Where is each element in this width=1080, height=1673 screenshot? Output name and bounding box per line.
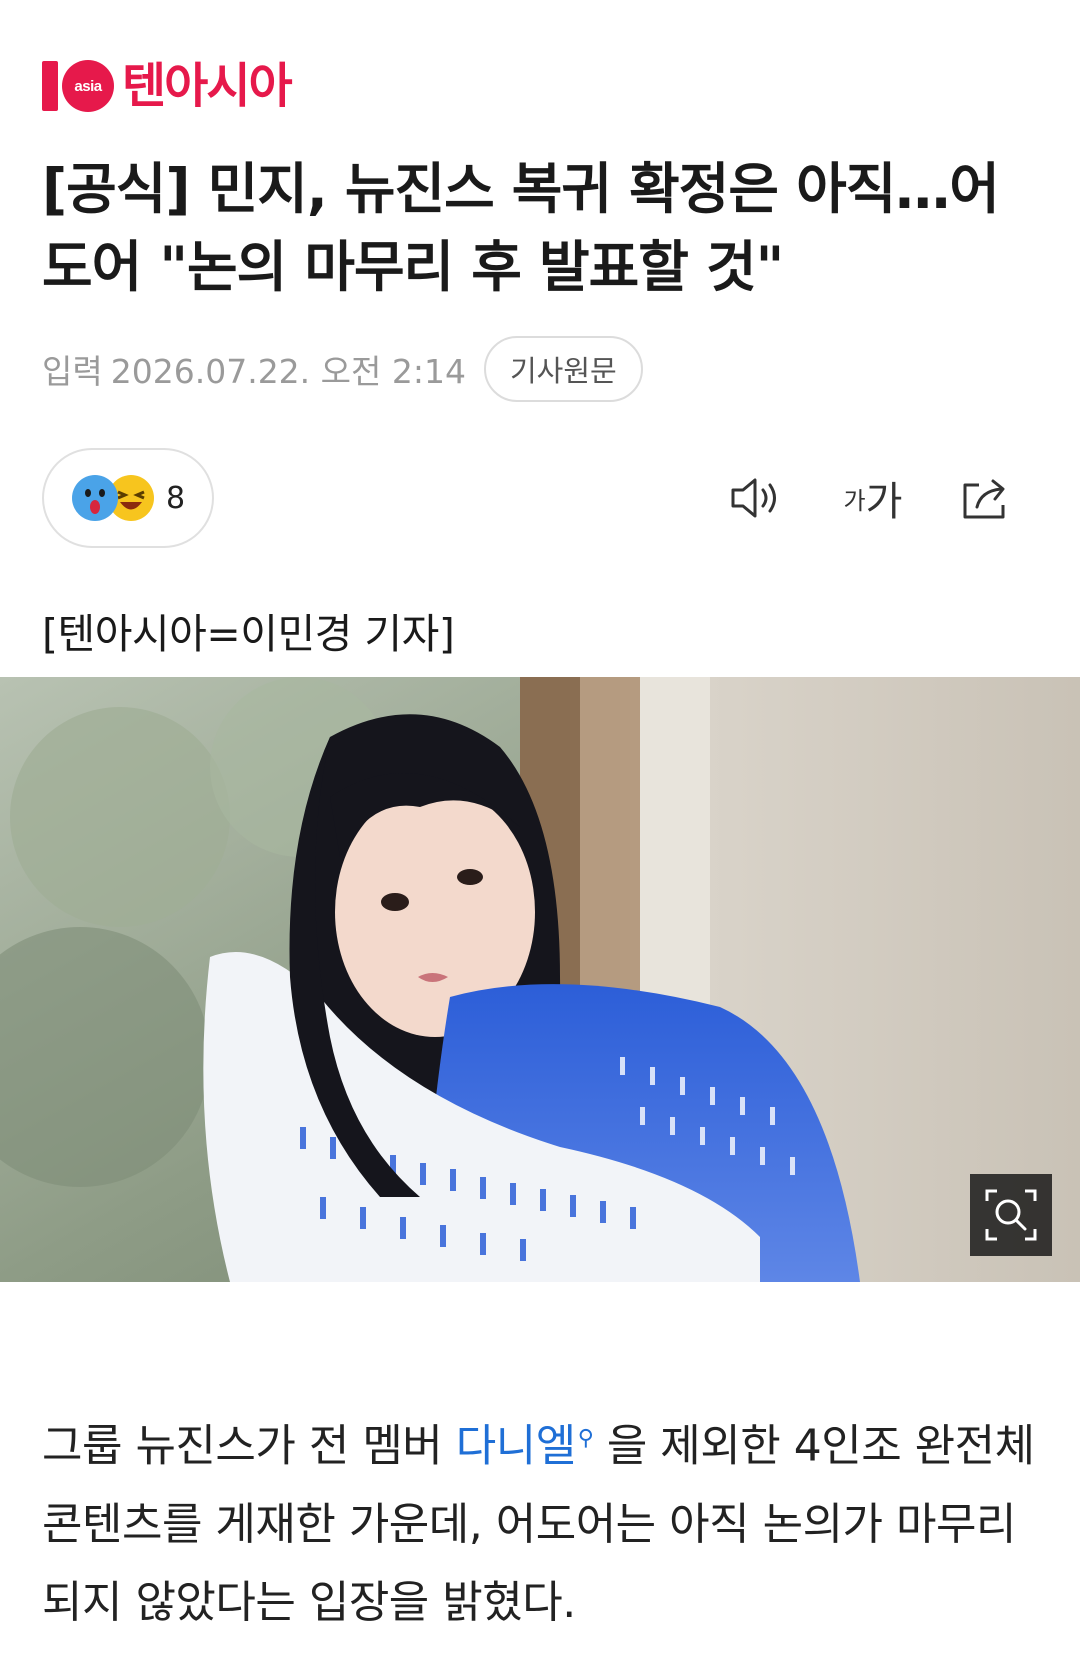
logo-badge: asia [62, 60, 114, 112]
font-size-button[interactable]: 가 가 [838, 470, 908, 526]
article-headline: [공식] 민지, 뉴진스 복귀 확정은 아직…어도어 "논의 마무리 후 발표할… [42, 157, 1000, 299]
share-icon[interactable] [958, 470, 1014, 526]
input-label: 입력 [42, 352, 103, 391]
zoom-icon[interactable] [970, 1174, 1052, 1256]
article-body: 그룹 뉴진스가 전 멤버 다니엘⚲ 을 제외한 4인조 완전체 콘텐츠를 게재한… [42, 1400, 1042, 1642]
logo-badge-text: asia [74, 77, 102, 95]
speaker-icon[interactable] [728, 470, 786, 526]
person-link-danielle[interactable]: 다니엘 [456, 1421, 576, 1472]
article-byline: [텐아시아=이민경 기자] [42, 610, 455, 658]
article-photo[interactable] [0, 677, 1080, 1282]
logo-number-one [42, 61, 58, 111]
brand-name: 텐아시아 [122, 58, 293, 114]
article-photo-image [0, 677, 1080, 1282]
font-size-small-label: 가 [843, 486, 866, 515]
search-icon[interactable]: ⚲ [578, 1426, 594, 1451]
reaction-button[interactable]: 8 [42, 448, 214, 548]
article-meta: 입력 2026.07.22. 오전 2:14 기사원문 [42, 336, 643, 402]
brand-logo[interactable]: asia 텐아시아 [42, 58, 293, 114]
surprised-emoji-icon [72, 475, 118, 521]
article-date: 2026.07.22. 오전 2:14 [110, 352, 466, 391]
body-text-before-link: 그룹 뉴진스가 전 멤버 [42, 1420, 456, 1472]
font-size-large-label: 가 [865, 479, 903, 525]
reaction-count: 8 [166, 480, 186, 516]
original-article-button[interactable]: 기사원문 [483, 336, 643, 402]
